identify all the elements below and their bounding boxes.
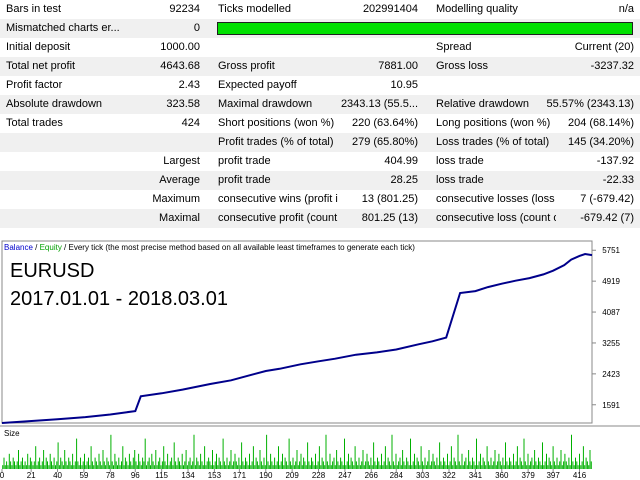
gross-loss-value: -3237.32	[590, 60, 634, 72]
profit-factor-value: 2.43	[178, 79, 200, 91]
y-tick-label: 4919	[602, 277, 620, 286]
maximal-consecutive-profit-label: consecutive profit (count ...	[218, 212, 338, 224]
x-tick-label: 228	[312, 471, 326, 480]
x-tick-label: 322	[442, 471, 456, 480]
legend-balance: Balance	[4, 243, 33, 252]
report-row: Total net profit 4643.68 Gross profit 78…	[0, 57, 640, 76]
gross-loss-label: Gross loss	[436, 60, 488, 72]
expected-payoff-value: 10.95	[390, 79, 418, 91]
report-row: Initial deposit 1000.00 Spread Current (…	[0, 38, 640, 57]
maximal-consecutive-profit-value: 801.25 (13)	[361, 212, 418, 224]
profit-trades-value: 279 (65.80%)	[351, 136, 418, 148]
report-table: Bars in test 92234 Ticks modelled 202991…	[0, 0, 640, 217]
x-tick-label: 96	[131, 471, 140, 480]
report-row: Profit trades (% of total) 279 (65.80%) …	[0, 133, 640, 152]
largest-loss-trade-label: loss trade	[436, 155, 484, 167]
report-row: Largest profit trade 404.99 loss trade -…	[0, 152, 640, 171]
legend-equity: Equity	[40, 243, 62, 252]
x-tick-label: 266	[365, 471, 379, 480]
x-tick-label: 134	[181, 471, 195, 480]
x-tick-label: 21	[27, 471, 36, 480]
size-chart: Size 0 21 40 59 78 96 115 134 153 171 190 209 228 247…	[0, 425, 640, 480]
report-row: Profit factor 2.43 Expected payoff 10.95	[0, 76, 640, 95]
largest-profit-trade-value: 404.99	[384, 155, 418, 167]
report-row: Maximum consecutive wins (profit i... 13…	[0, 190, 640, 209]
maximum-label: Maximum	[152, 193, 200, 205]
x-tick-label: 303	[416, 471, 430, 480]
long-positions-value: 204 (68.14%)	[567, 117, 634, 129]
average-profit-trade-value: 28.25	[390, 174, 418, 186]
report-row: Bars in test 92234 Ticks modelled 202991…	[0, 0, 640, 19]
maximal-consecutive-loss-label: consecutive loss (count o...	[436, 212, 556, 224]
max-consecutive-losses-value: 7 (-679.42)	[580, 193, 634, 205]
maximal-drawdown-value: 2343.13 (55.5...	[340, 98, 418, 110]
y-tick-label: 5751	[602, 246, 620, 255]
modelling-quality-value: n/a	[618, 3, 634, 15]
period-label: 2017.01.01 - 2018.03.01	[10, 288, 228, 310]
loss-trades-value: 145 (34.20%)	[567, 136, 634, 148]
chart-legend: Balance / Equity / Every tick (the most …	[4, 243, 415, 252]
mismatched-value: 0	[193, 22, 200, 34]
chart-background	[0, 237, 640, 425]
y-tick-label: 1591	[602, 401, 620, 410]
y-tick-label: 2423	[602, 370, 620, 379]
x-tick-label: 153	[208, 471, 222, 480]
max-consecutive-losses-label: consecutive losses (loss in...	[436, 193, 556, 205]
legend-sep: /	[33, 243, 40, 252]
bars-in-test-value: 92234	[169, 3, 200, 15]
ticks-modelled-value: 202991404	[362, 3, 418, 15]
maximal-consecutive-loss-value: -679.42 (7)	[580, 212, 634, 224]
total-trades-value: 424	[181, 117, 200, 129]
average-loss-trade-value: -22.33	[602, 174, 634, 186]
total-net-profit-value: 4643.68	[160, 60, 200, 72]
largest-loss-trade-value: -137.92	[596, 155, 634, 167]
x-tick-label: 190	[259, 471, 273, 480]
legend-rest: / Every tick (the most precise method ba…	[62, 243, 415, 252]
absolute-drawdown-value: 323.58	[166, 98, 200, 110]
x-tick-label: 360	[495, 471, 509, 480]
relative-drawdown-value: 55.57% (2343.13)	[546, 98, 634, 110]
report-row: Absolute drawdown 323.58 Maximal drawdow…	[0, 95, 640, 114]
report-row: Mismatched charts er... 0	[0, 19, 640, 38]
x-tick-label: 209	[285, 471, 299, 480]
max-consecutive-wins-value: 13 (801.25)	[361, 193, 418, 205]
report-row: Maximal consecutive profit (count ... 80…	[0, 209, 640, 228]
report-row: Total trades 424 Short positions (won %)…	[0, 114, 640, 133]
balance-chart: Balance / Equity / Every tick (the most …	[0, 237, 640, 425]
x-tick-label: 379	[521, 471, 535, 480]
x-tick-label: 78	[106, 471, 115, 480]
x-tick-label: 397	[546, 471, 560, 480]
largest-profit-trade-label: profit trade	[218, 155, 271, 167]
x-tick-label: 115	[155, 471, 168, 480]
average-loss-trade-label: loss trade	[436, 174, 484, 186]
size-label: Size	[4, 429, 20, 438]
x-tick-label: 416	[573, 471, 587, 480]
max-consecutive-wins-label: consecutive wins (profit i...	[218, 193, 338, 205]
gross-profit-value: 7881.00	[378, 60, 418, 72]
x-tick-label: 171	[233, 471, 247, 480]
spread-value: Current (20)	[574, 41, 634, 53]
x-tick-label: 341	[469, 471, 483, 480]
report-row: Average profit trade 28.25 loss trade -2…	[0, 171, 640, 190]
largest-label: Largest	[163, 155, 200, 167]
average-profit-trade-label: profit trade	[218, 174, 271, 186]
maximal-label: Maximal	[159, 212, 200, 224]
average-label: Average	[159, 174, 200, 186]
y-tick-label: 3255	[602, 339, 620, 348]
y-tick-label: 4087	[602, 308, 620, 317]
modelling-quality-label: Modelling quality	[436, 3, 518, 15]
symbol-label: EURUSD	[10, 260, 94, 282]
short-positions-value: 220 (63.64%)	[351, 117, 418, 129]
x-tick-label: 247	[338, 471, 352, 480]
x-tick-label: 40	[53, 471, 62, 480]
mismatched-label: Mismatched charts er...	[6, 22, 120, 34]
initial-deposit-value: 1000.00	[160, 41, 200, 53]
x-axis-ticks: 0 21 40 59 78 96 115 134 153 171 190 209 228 247 266 28…	[0, 469, 587, 480]
modelling-quality-bar	[217, 22, 633, 35]
x-tick-label: 59	[79, 471, 88, 480]
x-tick-label: 284	[390, 471, 404, 480]
x-tick-label: 0	[0, 471, 5, 480]
